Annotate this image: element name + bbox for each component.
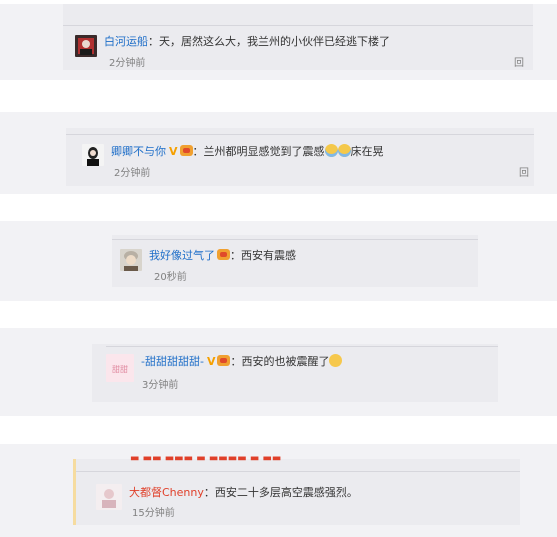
separator: [66, 134, 534, 135]
commenter-name-link[interactable]: 白河运船: [104, 35, 148, 48]
reply-button[interactable]: 回复: [514, 54, 533, 70]
separator: [63, 25, 533, 26]
avatar[interactable]: [120, 249, 142, 271]
comment-text: ：兰州都明显感觉到了震感: [192, 145, 325, 158]
medal-icon[interactable]: [217, 355, 231, 366]
clipped-previous-reply: ·: [515, 4, 518, 9]
comment-card: ······ · 白河运船：天，居然这么大，我兰州的小伙伴已经逃下楼了 2分钟前…: [63, 4, 533, 70]
comment-card: 大都督Chenny：西安二十多层高空震感强烈。 15分钟前: [76, 459, 520, 525]
screenshot-band-4: 甜甜 -甜甜甜甜甜- V ：西安的也被震醒了 3分钟前: [0, 328, 557, 416]
highlight-stripe: [73, 459, 76, 525]
medal-icon[interactable]: [179, 145, 193, 156]
sweat-emoji-icon: [329, 354, 343, 367]
avatar[interactable]: [82, 144, 104, 166]
comment-row: 卿卿不与你 V ：兰州都明显感觉到了震感 床在晃: [82, 144, 384, 166]
clipped-previous-line: ▬ ▬▬ ▬▬▬ ▬ ▬▬▬▬ ▬ ▬▬: [130, 455, 282, 463]
comment-card: 我好像过气了 ：西安有震感 20秒前: [112, 235, 478, 287]
comment-text: ：西安的也被震醒了: [230, 355, 330, 368]
cry-emoji-icon: [324, 144, 338, 157]
comment-row: 我好像过气了 ：西安有震感: [120, 249, 296, 271]
comment-text: ：西安二十多层高空震感强烈。: [203, 486, 358, 499]
separator: [112, 239, 478, 240]
vip-v-icon[interactable]: V: [169, 145, 178, 159]
comment-text-continued: 床在晃: [350, 145, 384, 158]
screenshot-band-2: 卿卿不与你 V ：兰州都明显感觉到了震感 床在晃 2分钟前 回: [0, 112, 557, 194]
separator: [106, 346, 498, 347]
avatar[interactable]: [75, 35, 97, 57]
cry-emoji-icon: [337, 144, 351, 157]
comment-time: 15分钟前: [132, 508, 175, 519]
avatar-text: 甜甜: [112, 364, 128, 374]
reply-button[interactable]: 回: [519, 164, 529, 179]
commenter-name-link[interactable]: 大都督Chenny: [129, 486, 204, 499]
comment-text: ：天，居然这么大，我兰州的小伙伴已经逃下楼了: [148, 35, 390, 48]
clipped-previous-time: ······: [111, 4, 130, 9]
comment-card: 卿卿不与你 V ：兰州都明显感觉到了震感 床在晃 2分钟前 回: [66, 128, 534, 186]
vip-v-icon[interactable]: V: [207, 355, 216, 369]
comment-text: ：西安有震感: [230, 249, 296, 262]
commenter-name-link[interactable]: 我好像过气了: [149, 249, 215, 262]
screenshot-band-1: ······ · 白河运船：天，居然这么大，我兰州的小伙伴已经逃下楼了 2分钟前…: [0, 4, 557, 80]
medal-icon[interactable]: [217, 249, 230, 260]
commenter-name-link[interactable]: 卿卿不与你: [111, 145, 166, 158]
comment-time: 2分钟前: [114, 168, 151, 179]
avatar[interactable]: [96, 484, 122, 510]
comment-time: 2分钟前: [109, 58, 146, 69]
comment-card: 甜甜 -甜甜甜甜甜- V ：西安的也被震醒了 3分钟前: [92, 344, 498, 402]
comment-time: 3分钟前: [142, 380, 179, 391]
screenshot-band-3: 我好像过气了 ：西安有震感 20秒前: [0, 221, 557, 301]
commenter-name-link[interactable]: -甜甜甜甜甜-: [141, 355, 204, 368]
avatar[interactable]: 甜甜: [106, 354, 134, 382]
comment-time: 20秒前: [154, 272, 187, 283]
separator: [76, 471, 520, 472]
